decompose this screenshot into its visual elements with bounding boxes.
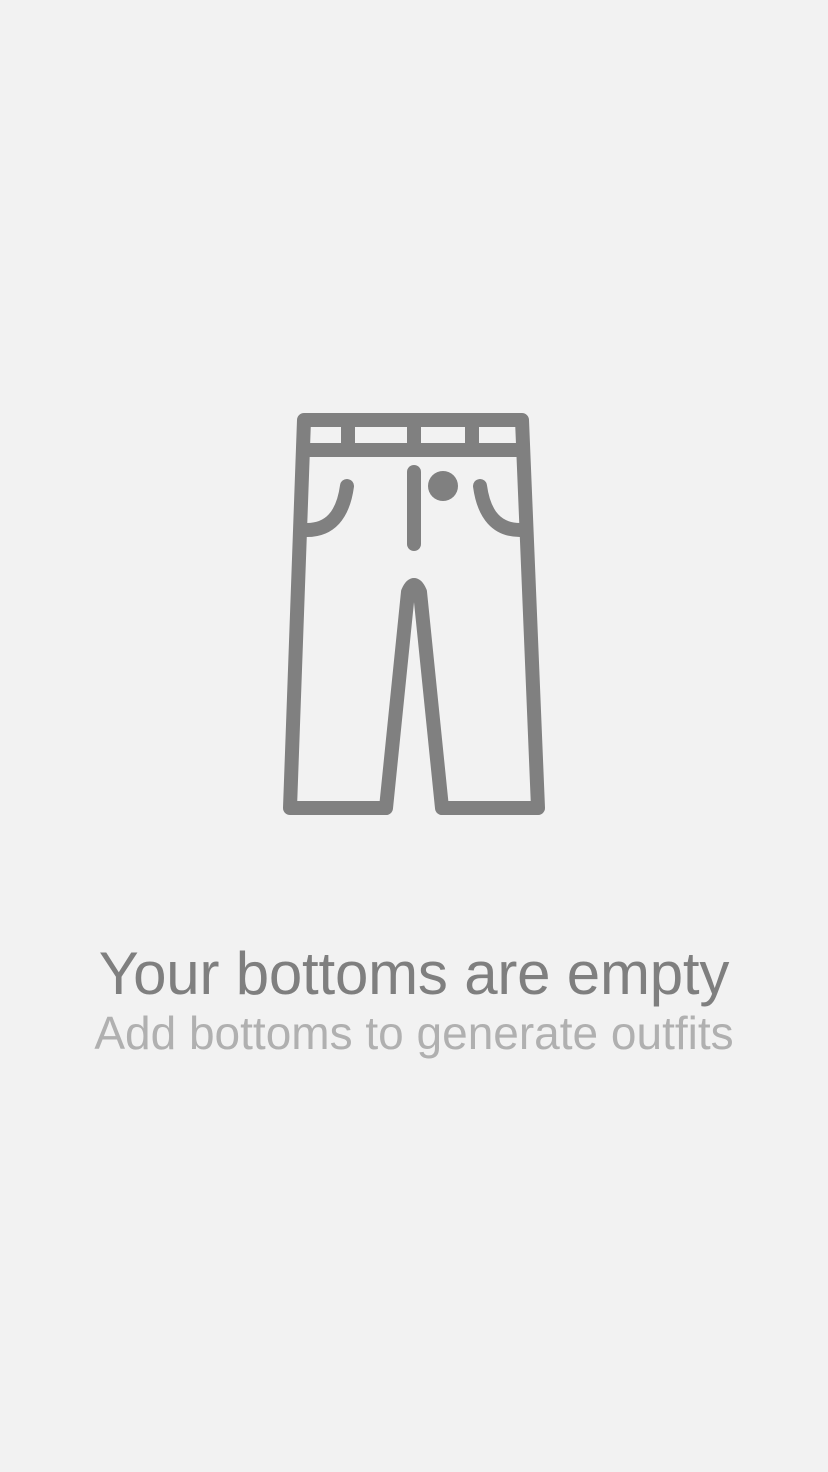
empty-state-title: Your bottoms are empty: [98, 940, 730, 1007]
empty-state-subtitle: Add bottoms to generate outfits: [94, 1007, 734, 1059]
pants-icon: [283, 413, 545, 815]
empty-state: Your bottoms are empty Add bottoms to ge…: [0, 0, 828, 1472]
